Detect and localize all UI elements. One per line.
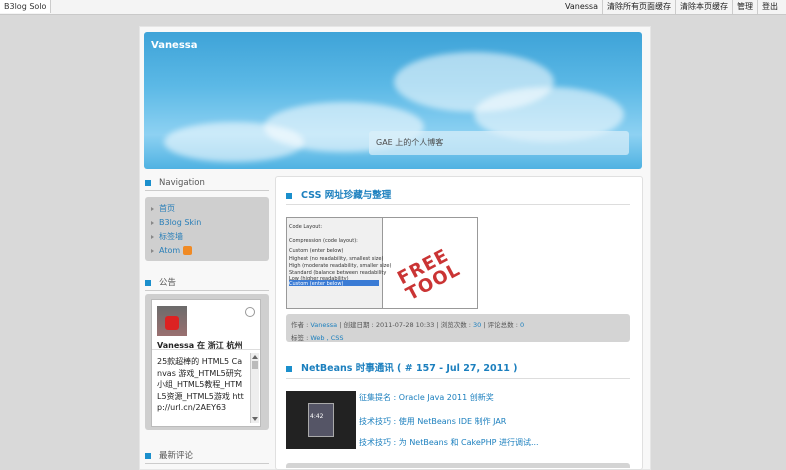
bullet-icon	[145, 280, 151, 286]
weibo-icon[interactable]	[245, 307, 255, 317]
author-link[interactable]: Vanessa	[310, 321, 337, 329]
clear-all-cache-link[interactable]: 清除所有页面缓存	[602, 0, 675, 14]
blog-subtitle: GAE 上的个人博客	[376, 138, 444, 147]
user-link[interactable]: Vanessa	[561, 0, 602, 14]
news-link[interactable]: 征集提名 : Oracle Java 2011 创新奖	[359, 392, 494, 403]
subtitle-box: GAE 上的个人博客	[369, 131, 629, 155]
nav-item-label: 首页	[159, 204, 175, 213]
post-meta-line: 作者 : Vanessa | 创建日期 : 2011-07-28 10:33 |…	[291, 319, 524, 329]
free-tool-stamp: FREE TOOL	[394, 244, 465, 306]
tag-links[interactable]: Web , CSS	[310, 334, 343, 342]
navigation-title: Navigation	[159, 178, 205, 188]
meta-label: | 评论总数 :	[483, 321, 518, 329]
arrow-icon	[151, 248, 154, 253]
clear-page-cache-link[interactable]: 清除本页缓存	[675, 0, 732, 14]
announcement-box: Vanessa 在 浙江 杭州 25款超棒的 HTML5 Canvas 游戏_H…	[145, 294, 269, 430]
image-text: Custom (enter below)	[289, 248, 344, 254]
post-title[interactable]: NetBeans 时事通讯 ( # 157 - Jul 27, 2011 )	[286, 362, 517, 376]
post-tags-line: 标签 : Web , CSS	[291, 332, 344, 342]
logout-link[interactable]: 登出	[757, 0, 782, 14]
admin-toolbar: B3log Solo Vanessa 清除所有页面缓存 清除本页缓存 管理 登出	[0, 0, 786, 15]
avatar[interactable]	[157, 306, 187, 336]
image-text: Highest (no readability, smallest size)	[289, 256, 384, 262]
navigation-box: 首页 B3log Skin 标签墙 Atom	[145, 197, 269, 261]
weibo-user[interactable]: Vanessa 在 浙江 杭州	[157, 340, 253, 349]
image-text: High (moderate readability, smaller size…	[289, 263, 392, 269]
meta-label: | 创建日期 : 2011-07-28 10:33 | 浏览次数 :	[339, 321, 471, 329]
recent-comments-title: 最新评论	[159, 451, 194, 461]
image-text: Compression (code layout):	[289, 238, 358, 244]
news-link[interactable]: 技术技巧 : 使用 NetBeans IDE 制作 JAR	[359, 416, 506, 427]
admin-links: Vanessa 清除所有页面缓存 清除本页缓存 管理 登出	[561, 0, 782, 14]
image-settings-panel: Code Layout: Compression (code layout): …	[287, 218, 391, 308]
post-title-text: NetBeans 时事通讯 ( # 157 - Jul 27, 2011 )	[301, 363, 518, 374]
navigation-heading: Navigation	[145, 176, 269, 191]
phone-clock: 4:42	[310, 413, 324, 420]
announcement-title: 公告	[159, 278, 177, 288]
nav-item-label: 标签墙	[159, 232, 183, 241]
meta-label: 作者 :	[291, 321, 309, 329]
bullet-icon	[286, 192, 292, 199]
news-link[interactable]: 技术技巧 : 为 NetBeans 和 CakePHP 进行调试...	[359, 437, 539, 448]
blog-title[interactable]: Vanessa	[151, 40, 198, 51]
scroll-down-icon[interactable]	[252, 417, 258, 421]
divider	[152, 349, 260, 350]
bullet-icon	[145, 453, 151, 459]
image-text: Custom (enter below)	[289, 281, 344, 287]
weibo-scrollbar[interactable]	[250, 353, 259, 423]
post-title-text: CSS 网址珍藏与整理	[301, 190, 392, 201]
post-thumbnail[interactable]: 4:42	[286, 391, 356, 449]
brand-link[interactable]: B3log Solo	[0, 0, 52, 13]
tags-label: 标签 :	[291, 334, 309, 342]
scroll-thumb[interactable]	[252, 361, 258, 369]
divider	[286, 378, 630, 379]
cloud-decoration	[164, 122, 304, 162]
post-image[interactable]: Code Layout: Compression (code layout): …	[286, 217, 478, 309]
nav-item-label: B3log Skin	[159, 218, 202, 227]
arrow-icon	[151, 234, 154, 239]
nav-item-skin[interactable]: B3log Skin	[151, 217, 201, 229]
post-title[interactable]: CSS 网址珍藏与整理	[286, 189, 391, 203]
recent-comments-heading: 最新评论	[145, 449, 269, 464]
bullet-icon	[286, 365, 292, 372]
post-meta	[286, 463, 630, 468]
comment-count[interactable]: 0	[520, 321, 524, 329]
weibo-post: 25款超棒的 HTML5 Canvas 游戏_HTML5研究小组_HTML5教程…	[157, 357, 244, 413]
nav-item-tags[interactable]: 标签墙	[151, 231, 183, 243]
image-text: Code Layout:	[289, 224, 323, 230]
blog-header: Vanessa GAE 上的个人博客	[144, 32, 642, 169]
arrow-icon	[151, 206, 154, 211]
rss-icon[interactable]	[183, 246, 193, 255]
phone-screen	[308, 403, 334, 437]
view-count[interactable]: 30	[473, 321, 481, 329]
admin-link[interactable]: 管理	[732, 0, 757, 14]
post-meta: 作者 : Vanessa | 创建日期 : 2011-07-28 10:33 |…	[286, 314, 630, 342]
bullet-icon	[145, 180, 151, 186]
weibo-widget: Vanessa 在 浙江 杭州 25款超棒的 HTML5 Canvas 游戏_H…	[151, 299, 261, 427]
divider	[286, 204, 630, 205]
nav-item-atom[interactable]: Atom	[151, 245, 193, 257]
nav-item-label: Atom	[159, 246, 181, 255]
arrow-icon	[151, 220, 154, 225]
announcement-heading: 公告	[145, 276, 269, 291]
scroll-up-icon[interactable]	[252, 355, 258, 359]
nav-item-home[interactable]: 首页	[151, 203, 175, 215]
